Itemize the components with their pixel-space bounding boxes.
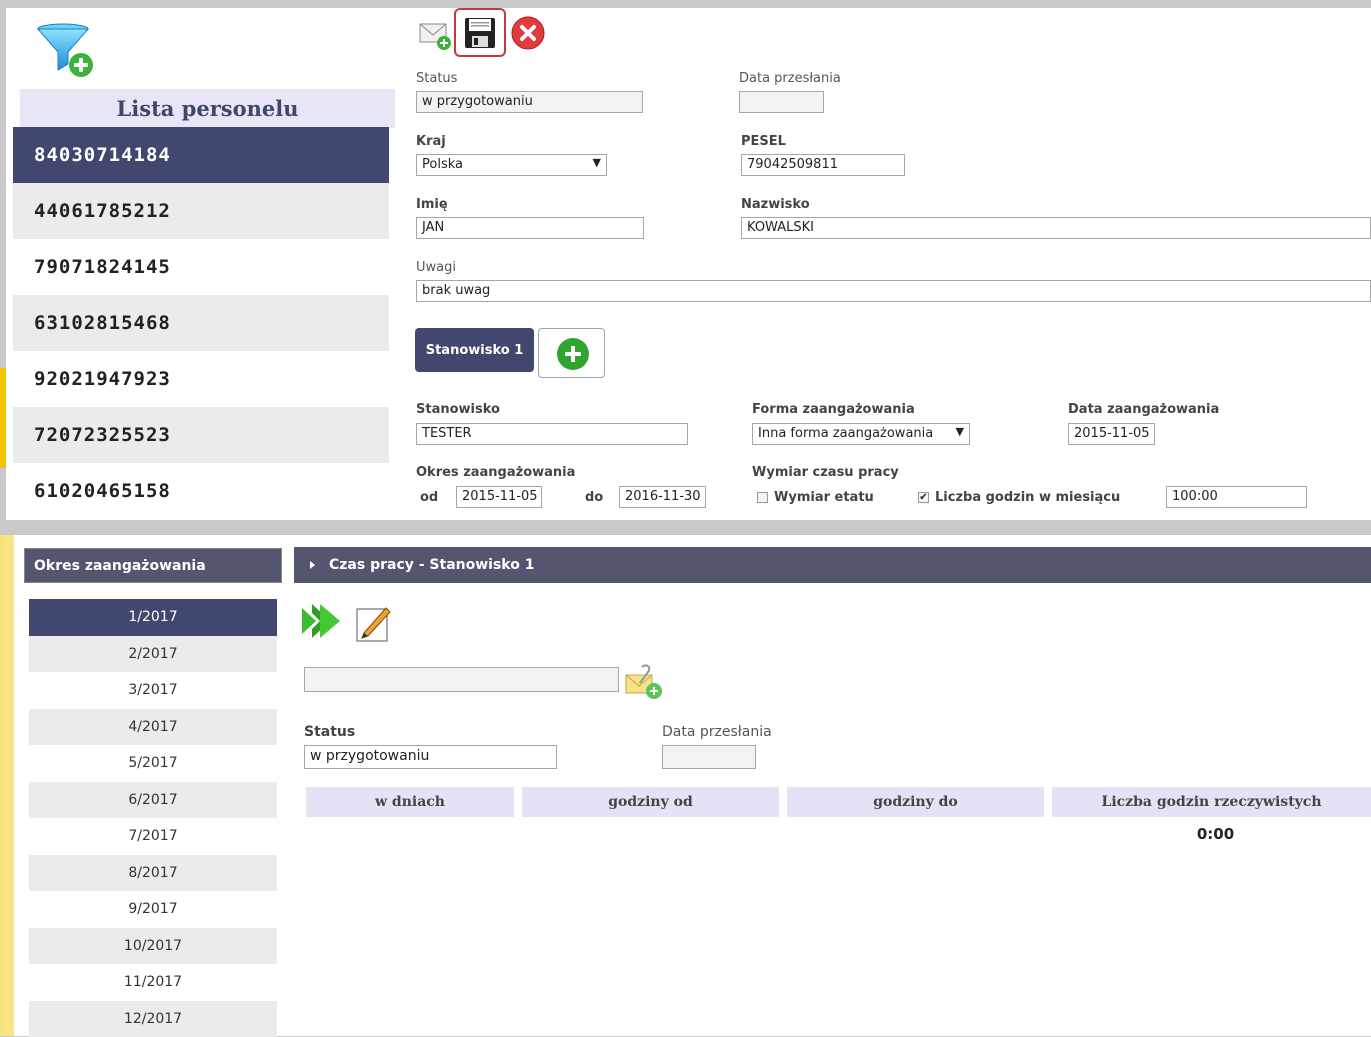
employee-form-panel: Lista personelu 84030714184 44061785212 … [6,8,1371,520]
worktime-panel: Okres zaangażowania 1/2017 2/2017 3/2017… [14,535,1371,1036]
floppy-disk-icon [464,17,496,49]
status-label: Status [416,71,457,86]
data-zaangazowania-field[interactable]: 2015-11-05 [1068,423,1155,445]
period-item[interactable]: 12/2017 [29,1001,277,1037]
period-item[interactable]: 6/2017 [29,782,277,819]
uwagi-label: Uwagi [416,260,456,275]
caret-right-icon [310,561,315,569]
personnel-item[interactable]: 63102815468 [13,295,389,351]
personnel-list-title: Lista personelu [20,89,395,128]
do-label: do [585,490,603,505]
kraj-select-value: Polska [422,157,463,172]
personnel-item[interactable]: 44061785212 [13,183,389,239]
wymiar-etatu-label: Wymiar etatu [774,490,874,505]
chevron-down-icon: ▼ [956,425,964,438]
data-przeslania-field [739,91,824,113]
period-item[interactable]: 8/2017 [29,855,277,892]
personnel-item[interactable]: 61020465158 [13,463,389,519]
edit-icon[interactable] [356,605,392,643]
stanowisko-label: Stanowisko [416,402,500,417]
total-hours: 0:00 [1052,825,1371,843]
period-item[interactable]: 11/2017 [29,964,277,1001]
od-date-field[interactable]: 2015-11-05 [456,486,542,508]
send-mail-icon[interactable] [418,18,452,52]
worktime-status-label: Status [304,724,355,740]
worktime-data-przeslania-field [662,745,756,769]
data-zaangazowania-label: Data zaangażowania [1068,402,1219,417]
column-header: godziny do [787,787,1044,817]
nazwisko-label: Nazwisko [741,197,810,212]
personnel-item[interactable]: 92021947923 [13,351,389,407]
wymiar-czasu-label: Wymiar czasu pracy [752,465,899,480]
worktime-header-label: Czas pracy - Stanowisko 1 [329,557,534,573]
forward-arrows-icon[interactable] [302,602,342,640]
liczba-godzin-label: Liczba godzin w miesiącu [935,490,1120,505]
period-item[interactable]: 7/2017 [29,818,277,855]
status-field: w przygotowaniu [416,91,643,113]
kraj-label: Kraj [416,134,446,149]
filter-add-icon[interactable] [36,22,98,80]
forma-zaangazowania-select[interactable]: Inna forma zaangażowania ▼ [752,423,970,445]
liczba-godzin-checkbox[interactable]: ✔ [918,492,929,503]
add-position-button[interactable] [538,328,605,378]
imie-label: Imię [416,197,448,212]
forma-zaangazowania-label: Forma zaangażowania [752,402,915,417]
nazwisko-field[interactable]: KOWALSKI [741,217,1371,239]
delete-icon[interactable] [511,16,545,50]
wymiar-etatu-checkbox[interactable] [757,492,768,503]
column-header: godziny od [522,787,779,817]
pesel-label: PESEL [741,134,786,149]
od-label: od [420,490,438,505]
column-header: w dniach [306,787,514,817]
period-item[interactable]: 2/2017 [29,636,277,673]
periods-header: Okres zaangażowania [24,548,282,583]
period-item[interactable]: 4/2017 [29,709,277,746]
worktime-data-przeslania-label: Data przesłania [662,724,772,740]
attachment-field[interactable] [304,667,619,692]
liczba-godzin-field[interactable]: 100:00 [1166,486,1307,508]
save-button[interactable] [454,8,506,57]
data-przeslania-label: Data przesłania [739,71,841,86]
personnel-list: 84030714184 44061785212 79071824145 6310… [13,127,389,519]
tab-stanowisko-1[interactable]: Stanowisko 1 [415,328,534,372]
column-header: Liczba godzin rzeczywistych [1052,787,1371,817]
period-item[interactable]: 10/2017 [29,928,277,965]
period-item[interactable]: 3/2017 [29,672,277,709]
period-item[interactable]: 9/2017 [29,891,277,928]
forma-zaangazowania-value: Inna forma zaangażowania [758,426,933,441]
worktime-status-field: w przygotowaniu [304,745,557,769]
personnel-item[interactable]: 72072325523 [13,407,389,463]
period-item[interactable]: 5/2017 [29,745,277,782]
plus-icon [557,338,589,370]
worktime-header[interactable]: Czas pracy - Stanowisko 1 [294,547,1371,583]
periods-list: 1/2017 2/2017 3/2017 4/2017 5/2017 6/201… [29,599,277,1037]
uwagi-field[interactable]: brak uwag [416,280,1371,302]
okres-zaangazowania-label: Okres zaangażowania [416,465,575,480]
period-item[interactable]: 1/2017 [29,599,277,636]
stanowisko-field[interactable]: TESTER [416,423,688,445]
pesel-field[interactable]: 79042509811 [741,154,905,176]
personnel-item[interactable]: 84030714184 [13,127,389,183]
do-date-field[interactable]: 2016-11-30 [619,486,706,508]
imie-field[interactable]: JAN [416,217,644,239]
chevron-down-icon: ▼ [593,156,601,169]
personnel-item[interactable]: 79071824145 [13,239,389,295]
attach-add-icon[interactable] [624,663,664,701]
kraj-select[interactable]: Polska ▼ [416,154,607,176]
